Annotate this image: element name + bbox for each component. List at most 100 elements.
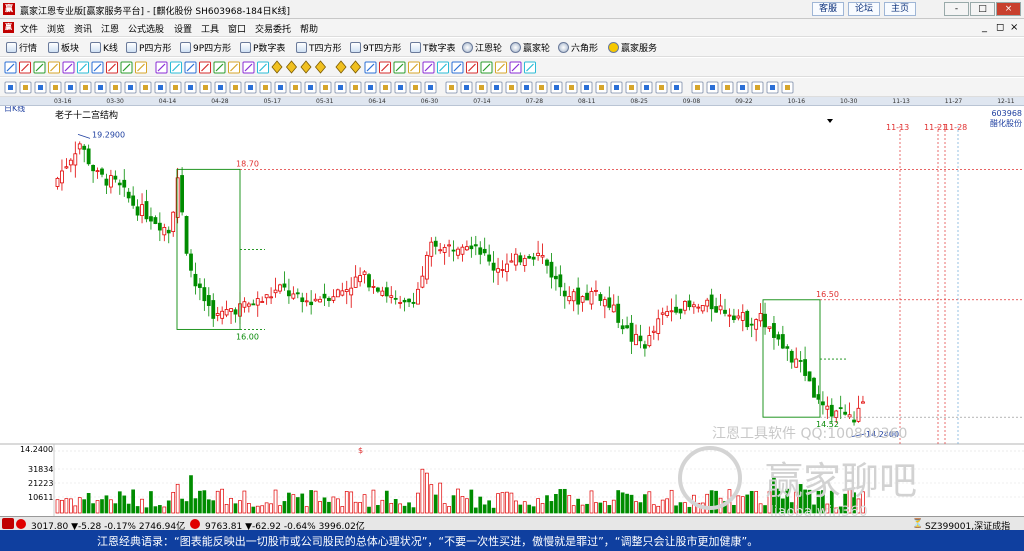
candle-body [313,298,318,302]
candle-body [95,170,100,173]
volume-bar [86,493,91,514]
minimize-button[interactable]: - [944,2,969,16]
diamond-tool-icon[interactable] [335,60,347,74]
indicator-tool-icons[interactable] [0,78,1024,97]
candle-body [723,309,727,314]
tool-9t-square[interactable]: 9T四方形 [350,41,401,54]
tool-gann-wheel[interactable]: 江恩轮 [462,41,502,54]
tool-service[interactable]: 赢家服务 [608,41,657,54]
menu-tools[interactable]: 工具 [201,22,219,35]
menu-file[interactable]: 文件 [20,22,38,35]
candle-icon [90,42,101,53]
diamond-tool-icon[interactable] [285,60,298,74]
volume-bar [144,507,149,514]
child-close-button[interactable]: × [1010,22,1018,33]
tool-glyph [710,85,715,90]
volume-bar [166,500,171,514]
tool-glyph [278,85,283,90]
tool-glyph [128,85,133,90]
indicator-toolbar [0,78,1024,97]
tool-glyph [614,85,619,90]
volume-bar [149,491,153,514]
candle-body [754,319,759,330]
close-button[interactable]: × [996,2,1021,16]
volume-tick-label: 21223 [28,479,53,488]
tool-p-table[interactable]: P数字表 [240,41,285,54]
candle-body [331,296,336,301]
diamond-tool-icon[interactable] [314,60,327,74]
menu-window[interactable]: 窗口 [228,22,246,35]
tool-quote[interactable]: 行情 [6,41,37,54]
candle-body [117,182,122,186]
volume-bar [665,498,670,514]
volume-bar [536,498,540,514]
tool-p-square[interactable]: P四方形 [126,41,171,54]
volume-bar [295,497,300,514]
child-restore-button[interactable]: ◻ [996,22,1004,33]
maximize-button[interactable]: □ [970,2,995,16]
candle-body [518,255,523,263]
diamond-tool-icon[interactable] [271,60,283,74]
tool-glyph [398,85,403,90]
stock-code-label: 603968 [991,109,1022,118]
study-dropdown-icon[interactable] [827,119,833,123]
menu-formula[interactable]: 公式选股 [128,22,164,35]
volume-bar [407,502,411,514]
volume-top-label: 14.2400 [20,445,53,454]
candle-body [643,344,647,349]
tool-winner-wheel[interactable]: 赢家轮 [510,41,550,54]
menu-gann[interactable]: 江恩 [101,22,119,35]
volume-bar [224,504,229,514]
menu-settings[interactable]: 设置 [174,22,192,35]
candle-body [255,298,260,306]
candle-body [73,153,78,166]
candle-body [780,334,785,349]
candle-body [122,179,127,188]
volume-bar [678,502,683,514]
volume-bar [545,495,549,514]
tool-kline[interactable]: K线 [90,41,118,54]
volume-bar [198,490,202,514]
candle-body [785,346,790,349]
candle-body [300,297,305,303]
volume-bar [313,490,318,514]
candle-body [291,293,296,299]
diamond-tool-icon[interactable] [349,60,362,74]
volume-bar [229,497,233,514]
volume-bar [242,490,247,514]
date-axis-label: 07-14 [473,98,491,105]
tool-glyph [308,85,313,90]
candle-body [424,254,429,280]
candle-body [549,261,554,278]
tool-t-square[interactable]: T四方形 [296,41,342,54]
candle-body [246,303,251,307]
candle-body [344,289,349,292]
tool-hexagon[interactable]: 六角形 [558,41,598,54]
candle-body [487,254,492,262]
menu-help[interactable]: 帮助 [300,22,318,35]
candle-body [86,148,91,165]
menu-browse[interactable]: 浏览 [47,22,65,35]
candle-body [812,377,816,398]
link-kefu[interactable]: 客服 [812,2,844,16]
drawing-tool-icons[interactable] [0,58,1024,77]
menu-info[interactable]: 资讯 [74,22,92,35]
diamond-tool-icon[interactable] [300,60,312,74]
kline-chart[interactable]: 日K线 老子十二宫结构 603968醋化股份 19.2900 18.70 16.00 16.… [0,106,1024,516]
candle-body [362,271,367,275]
candle-body [224,309,229,316]
tool-glyph [353,85,358,90]
candle-body [816,394,821,400]
tool-9p-square[interactable]: 9P四方形 [180,41,231,54]
menu-trade[interactable]: 交易委托 [255,22,291,35]
volume-bar [73,505,78,514]
tool-t-table[interactable]: T数字表 [410,41,456,54]
child-minimize-button[interactable]: _ [982,22,987,33]
tool-sector[interactable]: 板块 [48,41,79,54]
candle-body [184,216,189,254]
date-axis-label: 04-14 [158,98,177,105]
candle-body [456,248,460,256]
link-zhuye[interactable]: 主页 [884,2,916,16]
link-luntan[interactable]: 论坛 [848,2,880,16]
volume-bar [68,498,73,514]
